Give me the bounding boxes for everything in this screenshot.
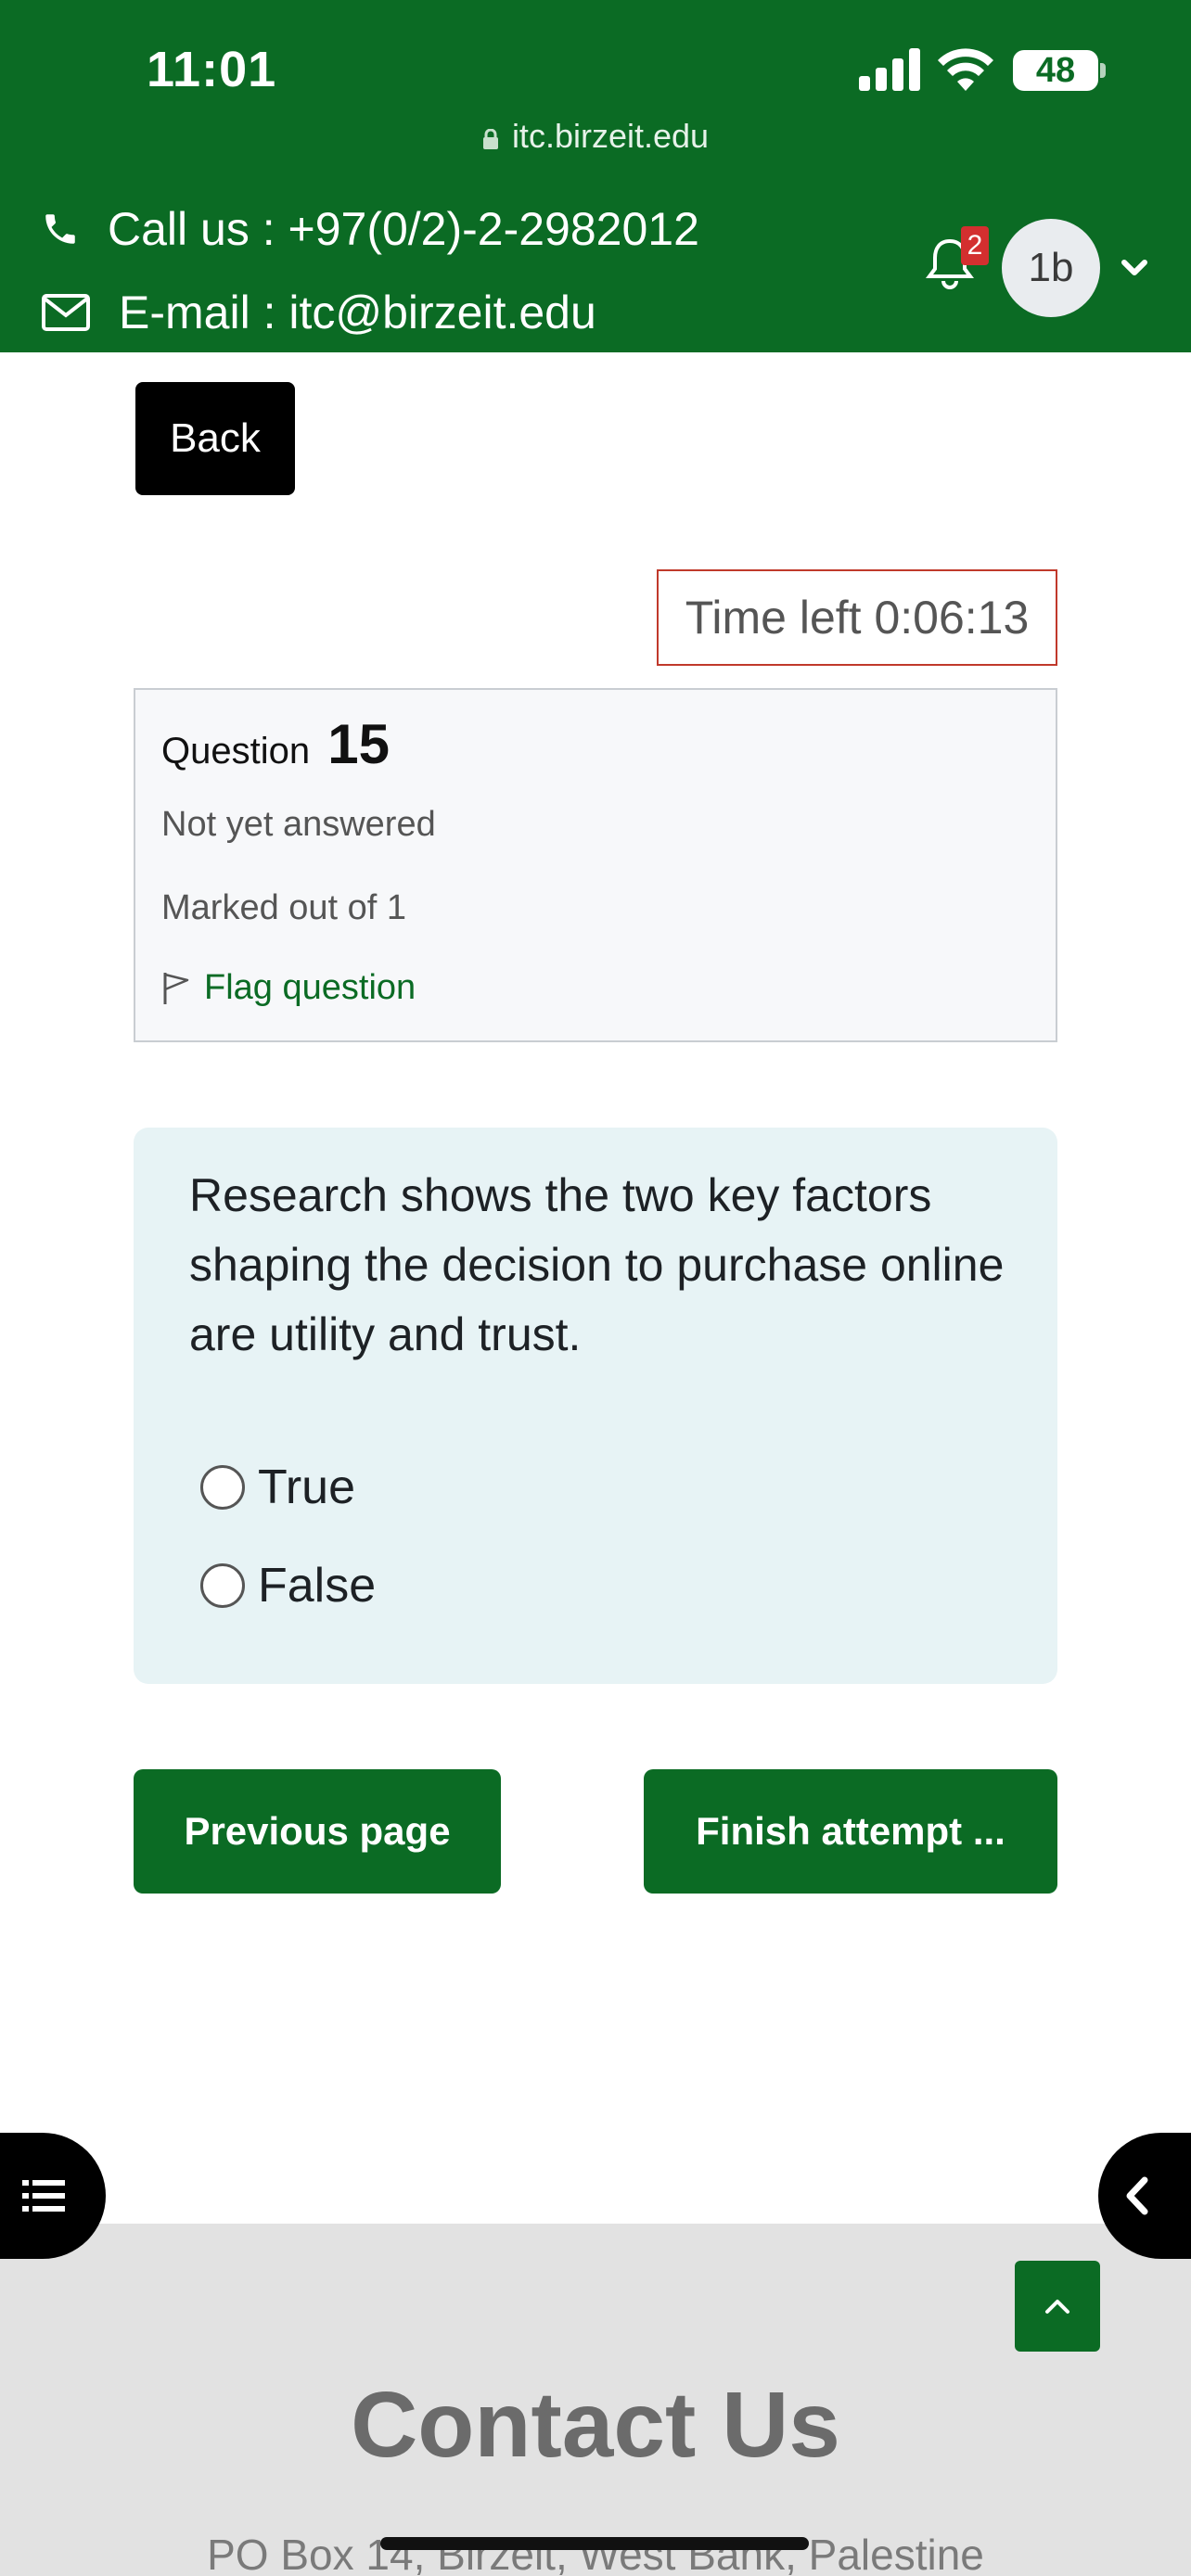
status-time: 11:01 (147, 42, 277, 97)
user-avatar[interactable]: 1b (1002, 219, 1100, 317)
status-bar: 11:01 48 itc.birzeit.edu (0, 0, 1191, 155)
phone-icon (45, 214, 75, 244)
battery-indicator: 48 (1013, 50, 1098, 91)
question-label: Question (161, 731, 311, 772)
lock-icon (482, 129, 498, 149)
flag-icon (163, 972, 189, 1004)
phone-text: Call us : +97(0/2)-2-2982012 (108, 203, 699, 255)
home-indicator[interactable] (380, 2537, 809, 2550)
question-state: Not yet answered (161, 805, 436, 844)
url-text: itc.birzeit.edu (511, 117, 710, 155)
previous-page-button[interactable]: Previous page (134, 1769, 501, 1894)
phone-contact[interactable]: Call us : +97(0/2)-2-2982012 (41, 202, 699, 256)
question-number: 15 (327, 713, 390, 775)
flag-question-label: Flag question (204, 968, 416, 1007)
chevron-left-icon (1126, 2176, 1148, 2215)
cellular-signal-icon (859, 48, 920, 91)
quiz-timer: Time left 0:06:13 (657, 569, 1057, 666)
site-footer: Contact Us PO Box 14, Birzeit, West Bank… (0, 2224, 1191, 2576)
site-header: 11:01 48 itc.birzeit.edu Call us : +97(0… (0, 0, 1191, 352)
finish-attempt-button[interactable]: Finish attempt ... (644, 1769, 1057, 1894)
footer-title: Contact Us (351, 2373, 840, 2477)
email-text: E-mail : itc@birzeit.edu (119, 287, 596, 338)
email-contact[interactable]: E-mail : itc@birzeit.edu (41, 286, 596, 339)
question-info: Question 15 Not yet answered Marked out … (134, 688, 1057, 1042)
battery-tip (1100, 63, 1106, 78)
envelope-icon (42, 294, 90, 331)
back-to-top-button[interactable] (1015, 2261, 1100, 2352)
answer-option-true[interactable]: True (200, 1460, 355, 1515)
chevron-up-icon (1045, 2300, 1069, 2314)
radio-true[interactable] (200, 1465, 245, 1510)
list-icon (22, 2180, 65, 2212)
back-button[interactable]: Back (135, 382, 295, 495)
option-label-false: False (258, 1559, 377, 1613)
question-content: Research shows the two key factors shapi… (134, 1128, 1057, 1684)
url-bar[interactable]: itc.birzeit.edu (0, 117, 1191, 156)
flag-question-link[interactable]: Flag question (161, 968, 416, 1008)
notification-badge: 2 (961, 226, 989, 265)
chevron-down-icon[interactable] (1119, 254, 1150, 282)
wifi-icon (938, 48, 993, 91)
answer-option-false[interactable]: False (200, 1558, 376, 1613)
option-label-true: True (258, 1460, 355, 1514)
question-text: Research shows the two key factors shapi… (189, 1169, 1005, 1360)
question-heading: Question 15 (161, 712, 390, 776)
radio-false[interactable] (200, 1563, 245, 1608)
question-grade: Marked out of 1 (161, 888, 407, 927)
